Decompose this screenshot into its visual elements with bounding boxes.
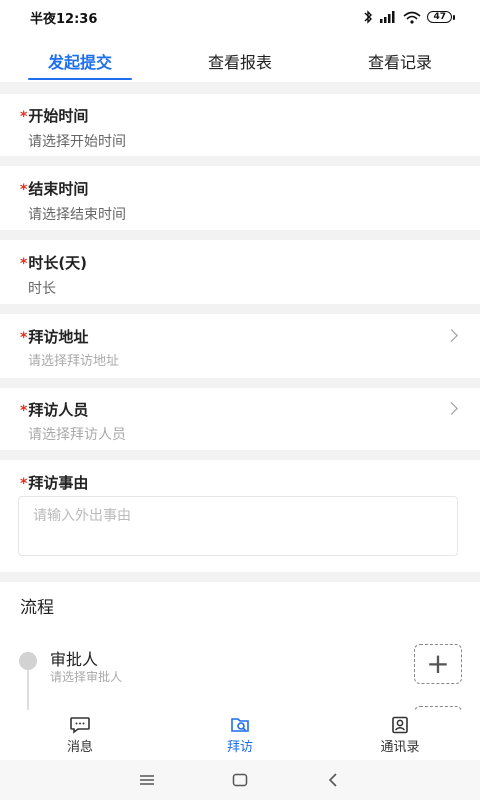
menu-icon[interactable] — [127, 765, 167, 795]
status-icons: 47 — [363, 10, 455, 24]
end-time-value: 请选择结束时间 — [28, 207, 126, 223]
start-time-label: *开始时间 — [20, 107, 89, 125]
visit-icon — [231, 718, 249, 732]
plus-icon: + — [426, 647, 450, 680]
add-approver-button[interactable]: + — [414, 644, 462, 684]
bottom-nav: 消息 拜访 通讯录 — [0, 710, 480, 760]
tab-report[interactable]: 查看报表 — [160, 44, 320, 82]
duration-field[interactable]: *时长(天) 时长 — [0, 240, 480, 304]
chevron-right-icon — [445, 402, 458, 415]
required-mark: * — [20, 109, 28, 125]
start-time-value: 请选择开始时间 — [28, 134, 126, 150]
tab-submit[interactable]: 发起提交 — [0, 44, 160, 82]
status-bar: 半夜12:36 47 — [0, 0, 480, 34]
nav-label-messages: 消息 — [66, 740, 93, 755]
divider — [0, 82, 480, 94]
chevron-right-icon — [445, 329, 458, 342]
end-time-label: *结束时间 — [20, 180, 89, 198]
visit-person-field[interactable]: *拜访人员 请选择拜访人员 — [0, 388, 480, 450]
required-mark: * — [20, 476, 28, 492]
start-time-field[interactable]: *开始时间 请选择开始时间 — [0, 94, 480, 156]
visit-address-label: *拜访地址 — [20, 328, 89, 346]
flow-title: 流程 — [20, 598, 54, 618]
divider — [0, 304, 480, 314]
visit-address-field[interactable]: *拜访地址 请选择拜访地址 — [0, 314, 480, 378]
nav-item-visit[interactable]: 拜访 — [160, 710, 320, 760]
nav-label-visit: 拜访 — [226, 740, 253, 755]
flow-node-dot — [19, 652, 37, 670]
divider — [0, 450, 480, 460]
system-navigation-bar — [0, 760, 480, 800]
duration-value: 时长 — [28, 281, 56, 297]
tab-records[interactable]: 查看记录 — [320, 44, 480, 82]
wifi-icon — [403, 11, 421, 24]
approver-label: 审批人 — [50, 650, 99, 669]
signal-icon — [380, 11, 395, 23]
required-mark: * — [20, 403, 28, 419]
divider — [0, 572, 480, 582]
approver-placeholder: 请选择审批人 — [50, 670, 123, 684]
divider — [0, 230, 480, 240]
back-icon[interactable] — [313, 765, 353, 795]
visit-person-label: *拜访人员 — [20, 401, 89, 419]
status-time: 半夜12:36 — [30, 11, 98, 27]
bluetooth-icon — [364, 10, 373, 24]
visit-person-value: 请选择拜访人员 — [28, 427, 126, 443]
home-icon[interactable] — [220, 765, 260, 795]
required-mark: * — [20, 330, 28, 346]
battery-icon: 47 — [427, 11, 455, 23]
divider — [0, 378, 480, 388]
required-mark: * — [20, 256, 28, 272]
divider — [0, 156, 480, 166]
nav-item-contacts[interactable]: 通讯录 — [320, 710, 480, 760]
top-tabs: 发起提交 查看报表 查看记录 — [0, 44, 480, 82]
nav-item-messages[interactable]: 消息 — [0, 710, 160, 760]
visit-reason-label: *拜访事由 — [20, 474, 89, 492]
contacts-icon — [392, 716, 408, 734]
visit-reason-input[interactable] — [18, 496, 458, 556]
end-time-field[interactable]: *结束时间 请选择结束时间 — [0, 166, 480, 230]
required-mark: * — [20, 182, 28, 198]
visit-address-value: 请选择拜访地址 — [28, 354, 120, 369]
message-icon — [70, 717, 90, 734]
duration-label: *时长(天) — [20, 254, 88, 272]
nav-label-contacts: 通讯录 — [380, 740, 420, 755]
